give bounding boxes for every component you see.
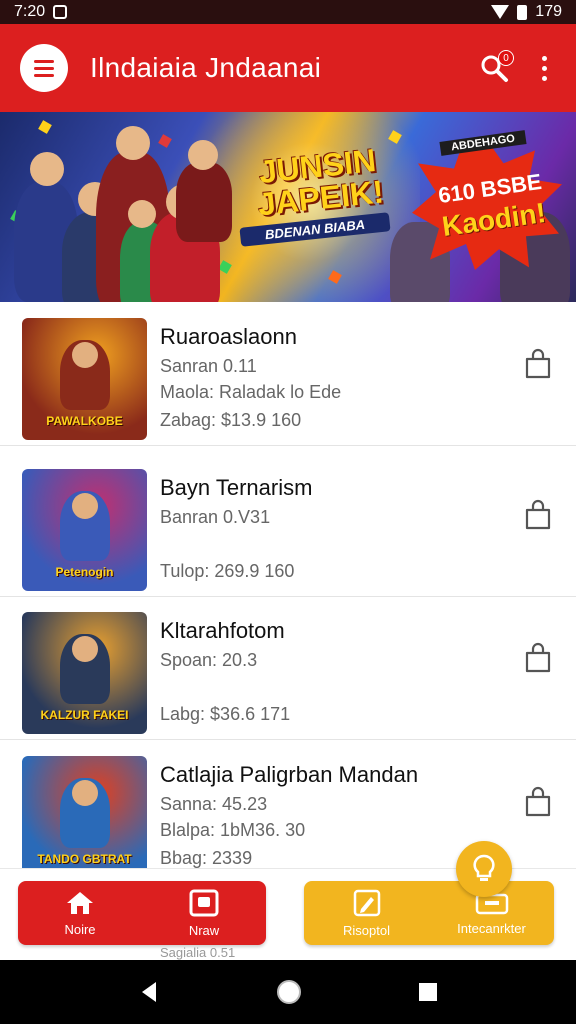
search-badge: 0 [498, 50, 514, 66]
list-item[interactable]: KALZUR FAKEI Kltarahfotom Spoan: 20.3 La… [0, 596, 576, 740]
home-icon [67, 891, 93, 914]
lightbulb-icon [473, 854, 495, 881]
thumb-face [72, 636, 98, 662]
confetti [158, 134, 172, 148]
thumb-caption: KALZUR FAKEI [40, 708, 129, 722]
item-thumbnail: PAWALKOBE [22, 318, 147, 440]
item-line: Tulop: 269.9 160 [160, 561, 295, 581]
list-item[interactable]: Petenogin Bayn Ternarism Banran 0.V31 Tu… [0, 453, 576, 597]
nav-new[interactable]: Nraw [142, 881, 266, 945]
battery-icon [517, 4, 528, 20]
system-navigation-bar [0, 960, 576, 1024]
more-dot [541, 55, 547, 61]
item-title: Catlajia Paligrban Mandan [160, 762, 419, 787]
bottom-navigation: Noire Nraw Risoptol Intecanrkter Sagiali… [0, 841, 576, 960]
more-dot [541, 75, 547, 81]
item-line: Maola: Raladak lo Ede [160, 382, 342, 402]
item-line: Sanran 0.11 [160, 356, 257, 376]
menu-icon-line [34, 66, 54, 70]
thumb-caption: PAWALKOBE [46, 414, 123, 428]
banner-headline: JUNSIN JAPEIK! [256, 142, 386, 223]
item-thumbnail: TANDO GBTRAT [22, 756, 147, 868]
more-dot [541, 65, 547, 71]
shopping-bag-icon[interactable] [524, 642, 552, 674]
status-right: 179 [491, 3, 562, 21]
menu-button[interactable] [20, 44, 68, 92]
thumb-caption: Petenogin [55, 565, 114, 579]
nav-report[interactable]: Risoptol [304, 881, 429, 945]
app-bar: Ilndaiaia Jndaanai 0 [0, 24, 576, 112]
peek-text: Sagialia 0.51 [160, 945, 236, 960]
item-line: Labg: $36.6 171 [160, 704, 291, 724]
menu-icon-line [34, 73, 54, 77]
item-line: Zabag: $13.9 160 [160, 410, 302, 430]
nav-info-label: Intecanrkter [457, 920, 526, 936]
status-battery: 179 [535, 3, 562, 20]
menu-icon-line [34, 59, 54, 63]
list-item[interactable]: PAWALKOBE Ruaroaslaonn Sanran 0.11 Maola… [0, 302, 576, 446]
item-title: Ruaroaslaonn [160, 324, 297, 349]
hero-head [128, 200, 156, 228]
recents-icon[interactable] [416, 980, 440, 1004]
app-title: Ilndaiaia Jndaanai [90, 52, 322, 83]
item-title: Kltarahfotom [160, 618, 285, 643]
lightbulb-fab[interactable] [456, 841, 512, 897]
nav-group-primary: Noire Nraw [18, 881, 266, 945]
hero-figure [176, 162, 232, 242]
hero-head [188, 140, 218, 170]
edit-icon [353, 889, 380, 916]
nav-home-label: Noire [64, 921, 96, 937]
nav-new-label: Nraw [188, 922, 220, 938]
home-circle-icon[interactable] [275, 978, 303, 1006]
shopping-bag-icon[interactable] [524, 786, 552, 818]
status-time: 7:20 [14, 3, 46, 20]
item-line: Blalpa: 1bM36. 30 [160, 820, 306, 840]
confetti [38, 120, 52, 134]
nav-report-label: Risoptol [343, 922, 390, 938]
item-line: Bbag: 2339 [160, 848, 253, 868]
more-options-button[interactable] [532, 48, 556, 88]
item-line: Spoan: 20.3 [160, 650, 258, 670]
game-list: PAWALKOBE Ruaroaslaonn Sanran 0.11 Maola… [0, 302, 576, 868]
hero-head [116, 126, 150, 160]
shopping-bag-icon[interactable] [524, 499, 552, 531]
new-icon [189, 889, 219, 916]
nav-home[interactable]: Noire [18, 881, 142, 945]
item-line: Banran 0.V31 [160, 507, 271, 527]
back-icon[interactable] [136, 979, 162, 1005]
item-thumbnail: Petenogin [22, 469, 147, 591]
status-left: 7:20 [14, 3, 68, 21]
thumb-face [72, 780, 98, 806]
thumb-face [72, 493, 98, 519]
thumb-face [72, 342, 98, 368]
item-thumbnail: KALZUR FAKEI [22, 612, 147, 734]
nav-group-secondary: Risoptol Intecanrkter [304, 881, 554, 945]
shopping-bag-icon[interactable] [524, 348, 552, 380]
promo-banner[interactable]: JUNSIN JAPEIK! BDENAN BIABA ABDEHAGO 610… [0, 112, 576, 302]
item-title: Bayn Ternarism [160, 475, 313, 500]
wifi-icon [491, 5, 510, 19]
hero-head [30, 152, 64, 186]
thumb-caption: TANDO GBTRAT [37, 852, 132, 866]
item-line: Sanna: 45.23 [160, 794, 268, 814]
search-button[interactable]: 0 [474, 48, 514, 88]
notification-icon [53, 5, 68, 19]
status-bar: 7:20 179 [0, 0, 576, 24]
